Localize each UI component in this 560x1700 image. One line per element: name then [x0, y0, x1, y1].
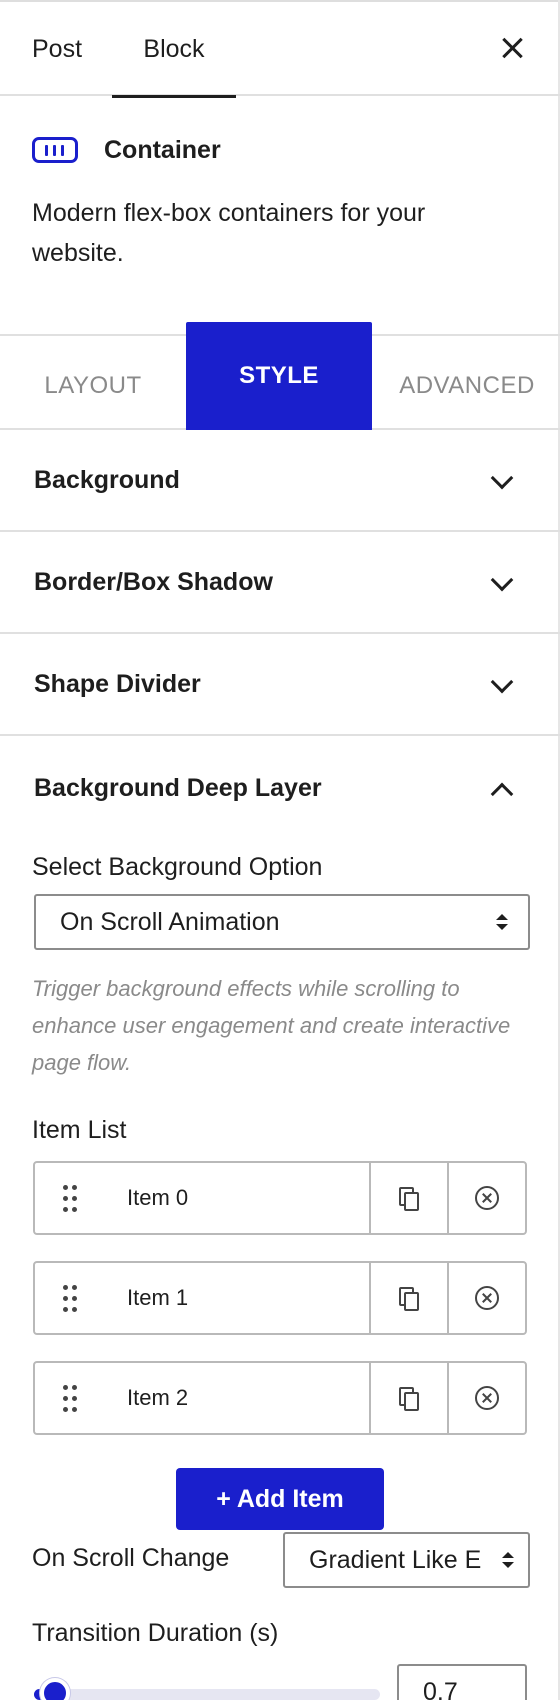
tab-post[interactable]: Post	[32, 2, 82, 96]
panel-background[interactable]: Background	[0, 430, 560, 532]
tab-style[interactable]: STYLE	[186, 322, 372, 430]
sidebar-tabs: Post Block	[0, 2, 560, 98]
list-item-label[interactable]: Item 1	[127, 1263, 188, 1333]
list-item: Item 1	[33, 1261, 527, 1335]
background-option-value: On Scroll Animation	[60, 908, 280, 936]
tab-advanced[interactable]: ADVANCED	[374, 336, 560, 430]
inspector-tabs: LAYOUT STYLE ADVANCED	[0, 322, 560, 430]
transition-duration-value: 0.7	[423, 1678, 458, 1700]
on-scroll-change-label: On Scroll Change	[32, 1544, 230, 1572]
background-option-help: Trigger background effects while scrolli…	[32, 976, 511, 1075]
transition-duration-label: Transition Duration (s)	[32, 1619, 279, 1647]
active-tab-indicator	[112, 95, 236, 98]
duplicate-icon[interactable]	[371, 1363, 447, 1433]
drag-handle-icon[interactable]	[63, 1385, 77, 1413]
block-description: Modern flex-box containers for your webs…	[32, 199, 426, 267]
close-icon[interactable]	[496, 28, 530, 68]
select-arrows-icon	[496, 914, 508, 930]
slider-thumb[interactable]	[39, 1678, 70, 1700]
list-item-label[interactable]: Item 0	[127, 1163, 188, 1233]
remove-icon[interactable]	[449, 1363, 527, 1433]
tab-layout[interactable]: LAYOUT	[0, 336, 186, 430]
chevron-down-icon	[490, 670, 514, 694]
panel-border-box-shadow[interactable]: Border/Box Shadow	[0, 532, 560, 634]
item-list-label: Item List	[32, 1116, 127, 1144]
remove-icon[interactable]	[449, 1263, 527, 1333]
add-item-button[interactable]: + Add Item	[176, 1468, 384, 1530]
transition-duration-input[interactable]: 0.7	[397, 1664, 527, 1700]
on-scroll-change-value: Gradient Like E	[309, 1546, 482, 1574]
tab-block-label: Block	[143, 35, 205, 63]
duplicate-icon[interactable]	[371, 1163, 447, 1233]
chevron-down-icon	[490, 568, 514, 592]
block-title: Container	[104, 136, 221, 164]
drag-handle-icon[interactable]	[63, 1285, 77, 1313]
panel-shape-divider-title: Shape Divider	[34, 670, 201, 698]
list-item: Item 0	[33, 1161, 527, 1235]
panel-shape-divider[interactable]: Shape Divider	[0, 634, 560, 736]
transition-duration-slider[interactable]	[34, 1689, 380, 1700]
select-arrows-icon	[493, 1534, 523, 1586]
panel-background-title: Background	[34, 466, 180, 494]
panel-border-box-shadow-title: Border/Box Shadow	[34, 568, 273, 596]
panel-background-deep-layer[interactable]: Background Deep Layer	[0, 738, 560, 840]
block-settings-panel: Post Block Container Modern flex-box con…	[0, 0, 560, 1700]
chevron-down-icon	[490, 466, 514, 490]
drag-handle-icon[interactable]	[63, 1185, 77, 1213]
tab-block[interactable]: Block	[112, 2, 236, 98]
background-option-select[interactable]: On Scroll Animation	[34, 894, 530, 950]
list-item: Item 2	[33, 1361, 527, 1435]
container-columns-icon	[32, 137, 78, 163]
select-background-option-label: Select Background Option	[32, 853, 323, 881]
on-scroll-change-select[interactable]: Gradient Like E	[283, 1532, 530, 1588]
chevron-up-icon	[490, 782, 514, 806]
panel-background-deep-layer-title: Background Deep Layer	[34, 774, 322, 802]
list-item-label[interactable]: Item 2	[127, 1363, 188, 1433]
duplicate-icon[interactable]	[371, 1263, 447, 1333]
remove-icon[interactable]	[449, 1163, 527, 1233]
